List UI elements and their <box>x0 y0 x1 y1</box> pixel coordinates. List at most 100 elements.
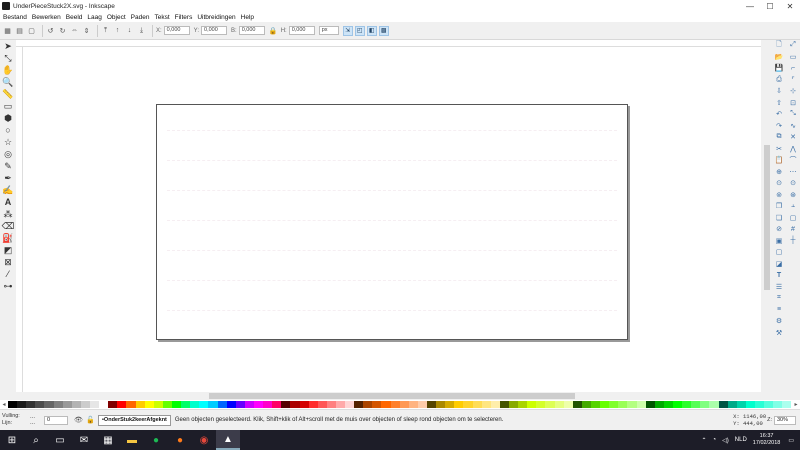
selector-tool-icon[interactable]: ➤ <box>2 40 14 52</box>
palette-swatch[interactable] <box>299 401 309 408</box>
transform-patterns-toggle[interactable]: ▩ <box>378 25 389 36</box>
menu-tekst[interactable]: Tekst <box>154 14 169 21</box>
inkscape-taskbar-icon[interactable]: ▲ <box>216 430 240 450</box>
lock-icon[interactable]: 🔒 <box>269 26 278 35</box>
gradient-tool-icon[interactable]: ◩ <box>2 244 14 256</box>
palette-swatch[interactable] <box>235 401 245 408</box>
snap-paths-icon[interactable]: ∿ <box>788 121 798 131</box>
snap-bbox-center-icon[interactable]: ⊡ <box>788 98 798 108</box>
align-icon[interactable]: ≡ <box>774 305 784 315</box>
palette-swatch[interactable] <box>8 401 18 408</box>
palette-swatch[interactable] <box>527 401 537 408</box>
x-input[interactable]: 0,000 <box>163 26 190 35</box>
unit-select[interactable]: px <box>318 26 339 35</box>
palette-swatch[interactable] <box>144 401 154 408</box>
palette-scroll-right-icon[interactable]: ▸ <box>792 400 800 409</box>
y-input[interactable]: 0,000 <box>201 26 228 35</box>
vertical-scrollbar[interactable] <box>761 40 773 392</box>
ungroup-icon[interactable]: ▢ <box>774 247 784 257</box>
palette-swatch[interactable] <box>682 401 692 408</box>
palette-swatch[interactable] <box>89 401 100 408</box>
mail-app-icon[interactable]: ✉ <box>72 430 96 450</box>
opacity-input[interactable]: 0 <box>44 415 68 425</box>
xml-editor-icon[interactable]: ⌗ <box>774 293 784 303</box>
snap-text-baseline-icon[interactable]: ⫠ <box>788 201 798 211</box>
save-icon[interactable]: 💾 <box>774 63 784 73</box>
palette-swatch[interactable] <box>736 401 746 408</box>
menu-laag[interactable]: Laag <box>87 14 101 21</box>
palette-swatch[interactable] <box>253 401 264 408</box>
print-icon[interactable]: ⎙ <box>774 75 784 85</box>
star-tool-icon[interactable]: ☆ <box>2 136 14 148</box>
snap-bbox-midpoint-icon[interactable]: ⊹ <box>788 86 798 96</box>
import-icon[interactable]: ⇩ <box>774 86 784 96</box>
snap-bbox-icon[interactable]: ▭ <box>788 52 798 62</box>
start-button-icon[interactable]: ⊞ <box>0 430 24 450</box>
document-page[interactable] <box>156 104 628 340</box>
palette-swatch[interactable] <box>71 401 81 408</box>
palette-swatch[interactable] <box>190 401 200 408</box>
palette-swatch[interactable] <box>153 401 163 408</box>
palette-swatch[interactable] <box>691 401 701 408</box>
palette-swatch[interactable] <box>308 401 318 408</box>
fill-stroke-icon[interactable]: ◪ <box>774 259 784 269</box>
menu-beeld[interactable]: Beeld <box>66 14 83 21</box>
palette-swatch[interactable] <box>244 401 254 408</box>
measure-tool-icon[interactable]: 📏 <box>2 88 14 100</box>
horizontal-scrollbar[interactable] <box>23 392 761 400</box>
palette-swatch[interactable] <box>645 401 655 408</box>
palette-swatch[interactable] <box>117 401 127 408</box>
menu-bestand[interactable]: Bestand <box>3 14 27 21</box>
palette-swatch[interactable] <box>481 401 491 408</box>
palette-swatch[interactable] <box>572 401 582 408</box>
snap-grid-icon[interactable]: # <box>788 224 798 234</box>
pencil-tool-icon[interactable]: ✎ <box>2 160 14 172</box>
snap-smooth-icon[interactable]: ⌒ <box>788 155 798 165</box>
text-tool-icon[interactable]: A <box>2 196 14 208</box>
height-input[interactable]: 0,000 <box>288 26 315 35</box>
zoom-input[interactable]: 30% <box>774 415 796 425</box>
spiral-tool-icon[interactable]: ◎ <box>2 148 14 160</box>
deselect-icon[interactable]: ▢ <box>27 26 36 35</box>
transform-gradients-toggle[interactable]: ◧ <box>366 25 377 36</box>
palette-swatch[interactable] <box>99 401 109 408</box>
calligraphy-tool-icon[interactable]: ✍ <box>2 184 14 196</box>
vertical-scroll-thumb[interactable] <box>764 145 770 290</box>
palette-swatch[interactable] <box>773 401 783 408</box>
paste-icon[interactable]: 📋 <box>774 155 784 165</box>
redo-icon[interactable]: ↷ <box>774 121 784 131</box>
palette-swatch[interactable] <box>745 401 755 408</box>
palette-swatch[interactable] <box>627 401 637 408</box>
palette-swatch[interactable] <box>518 401 528 408</box>
palette-swatch[interactable] <box>718 401 728 408</box>
palette-swatch[interactable] <box>53 401 63 408</box>
zoom-selection-icon[interactable]: ⊕ <box>774 167 784 177</box>
palette-swatch[interactable] <box>317 401 327 408</box>
palette-swatch[interactable] <box>472 401 482 408</box>
connector-tool-icon[interactable]: ⊶ <box>2 280 14 292</box>
palette-swatch[interactable] <box>499 401 510 408</box>
fill-stroke-indicator[interactable]: Vulling: Lijn: <box>0 413 30 427</box>
palette-swatch[interactable] <box>181 401 191 408</box>
palette-swatch[interactable] <box>363 401 373 408</box>
task-view-icon[interactable]: ▭ <box>48 430 72 450</box>
palette-swatch[interactable] <box>26 401 36 408</box>
paint-bucket-tool-icon[interactable]: ⛽ <box>2 232 14 244</box>
palette-swatch[interactable] <box>126 401 136 408</box>
palette-swatch[interactable] <box>427 401 437 408</box>
palette-swatch[interactable] <box>390 401 400 408</box>
palette-swatch[interactable] <box>654 401 664 408</box>
palette-swatch[interactable] <box>563 401 573 408</box>
preferences-icon[interactable]: ⚒ <box>774 328 784 338</box>
rotate-ccw-icon[interactable]: ↺ <box>46 26 55 35</box>
open-icon[interactable]: 📂 <box>774 52 784 62</box>
palette-swatch[interactable] <box>62 401 72 408</box>
snap-rotation-center-icon[interactable]: ⊛ <box>788 190 798 200</box>
palette-swatch[interactable] <box>417 401 428 408</box>
tray-chevron-icon[interactable]: ⌃ <box>702 437 707 444</box>
palette-swatch[interactable] <box>135 401 145 408</box>
palette-swatch[interactable] <box>335 401 346 408</box>
clone-icon[interactable]: ❏ <box>774 213 784 223</box>
text-font-icon[interactable]: T <box>774 270 784 280</box>
palette-swatch[interactable] <box>226 401 236 408</box>
